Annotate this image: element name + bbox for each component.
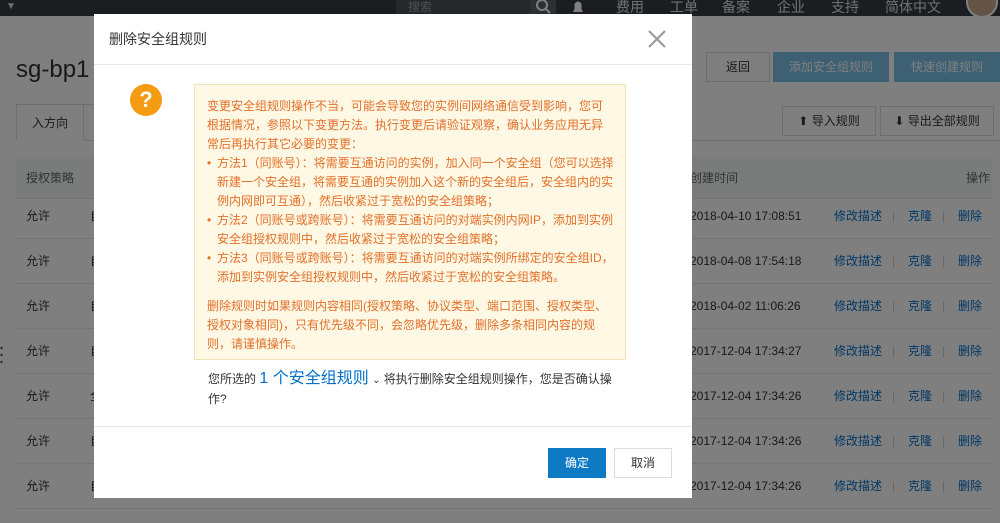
cancel-button[interactable]: 取消: [614, 448, 672, 478]
method-item: 方法2（同账号或跨账号）：将需要互通访问的对端实例内网IP，添加到实例安全组授权…: [207, 211, 614, 249]
confirm-button[interactable]: 确定: [548, 448, 606, 478]
method-item: 方法1（同账号）：将需要互通访问的实例，加入同一个安全组（您可以选择新建一个安全…: [207, 154, 614, 211]
delete-rule-dialog: 删除安全组规则 ? 变更安全组规则操作不当，可能会导致您的实例间网络通信受到影响…: [94, 14, 692, 498]
confirm-prefix: 您所选的: [208, 372, 257, 386]
warning-box: 变更安全组规则操作不当，可能会导致您的实例间网络通信受到影响，您可根据情况，参照…: [194, 84, 626, 360]
method-item: 方法3（同账号或跨账号）：将需要互通访问的对端实例所绑定的安全组ID，添加到实例…: [207, 249, 614, 287]
chevron-down-icon[interactable]: ⌄: [372, 375, 380, 386]
dialog-divider: [94, 64, 692, 65]
warning-notice: 删除规则时如果规则内容相同(授权策略、协议类型、端口范围、授权类型、授权对象相同…: [207, 299, 607, 351]
selected-rules-dropdown[interactable]: 1 个安全组规则: [259, 370, 368, 387]
question-icon: ?: [130, 84, 162, 116]
close-icon[interactable]: [642, 24, 672, 54]
method-list: 方法1（同账号）：将需要互通访问的实例，加入同一个安全组（您可以选择新建一个安全…: [207, 154, 614, 287]
confirm-message: 您所选的 1 个安全组规则 ⌄ 将执行删除安全组规则操作，您是否确认操作?: [208, 370, 628, 408]
dialog-title: 删除安全组规则: [109, 31, 207, 47]
warning-intro: 变更安全组规则操作不当，可能会导致您的实例间网络通信受到影响，您可根据情况，参照…: [207, 99, 604, 151]
dialog-footer-divider: [94, 426, 692, 427]
